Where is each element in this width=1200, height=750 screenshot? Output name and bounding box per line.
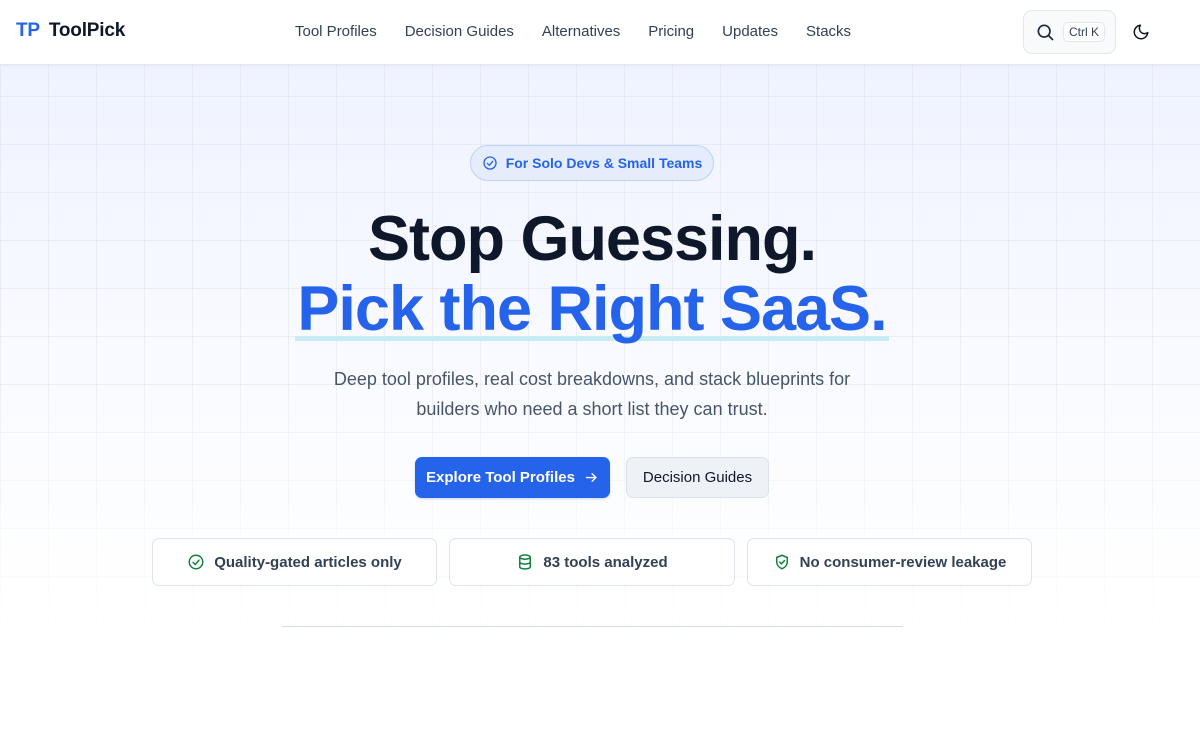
badge-label: For Solo Devs & Small Teams: [505, 155, 703, 171]
database-icon: [516, 553, 534, 571]
feature-label: No consumer-review leakage: [799, 553, 1007, 571]
search-icon: [1035, 22, 1055, 42]
subtext-line-2: builders who need a short list they can …: [416, 399, 768, 419]
feature-no-leakage: No consumer-review leakage: [747, 538, 1032, 586]
primary-cta-label: Explore Tool Profiles: [426, 469, 575, 486]
arrow-right-icon: [584, 470, 599, 485]
logo-text: ToolPick: [48, 20, 126, 41]
feature-label: 83 tools analyzed: [543, 553, 668, 571]
headline-highlight: Pick the Right SaaS.: [295, 274, 889, 344]
main-nav: Tool Profiles Decision Guides Alternativ…: [295, 23, 851, 40]
check-circle-icon: [482, 155, 498, 171]
nav-updates[interactable]: Updates: [722, 23, 778, 40]
site-header: TP ToolPick Tool Profiles Decision Guide…: [0, 0, 1200, 65]
section-divider: [282, 626, 903, 627]
search-shortcut: Ctrl K: [1063, 22, 1105, 42]
logo-mark: TP: [16, 20, 40, 41]
decision-guides-button[interactable]: Decision Guides: [626, 457, 769, 498]
nav-stacks[interactable]: Stacks: [806, 23, 851, 40]
subtext-line-1: Deep tool profiles, real cost breakdowns…: [333, 369, 851, 389]
headline-line-1: Stop Guessing.: [367, 204, 817, 274]
theme-toggle-button[interactable]: [1128, 19, 1154, 45]
logo[interactable]: TP ToolPick: [16, 20, 125, 42]
hero-section: For Solo Devs & Small Teams Stop Guessin…: [0, 65, 1200, 750]
feature-quality-gated: Quality-gated articles only: [152, 538, 437, 586]
search-button[interactable]: Ctrl K: [1023, 10, 1116, 54]
explore-tool-profiles-button[interactable]: Explore Tool Profiles: [415, 457, 610, 498]
check-circle-icon: [187, 553, 205, 571]
feature-label: Quality-gated articles only: [214, 553, 402, 571]
nav-alternatives[interactable]: Alternatives: [542, 23, 620, 40]
secondary-cta-label: Decision Guides: [642, 469, 753, 486]
audience-badge: For Solo Devs & Small Teams: [470, 145, 714, 181]
hero-subtext: Deep tool profiles, real cost breakdowns…: [292, 364, 892, 424]
nav-decision-guides[interactable]: Decision Guides: [405, 23, 514, 40]
nav-pricing[interactable]: Pricing: [648, 23, 694, 40]
headline-line-2: Pick the Right SaaS.: [0, 273, 1184, 345]
moon-icon: [1132, 23, 1150, 41]
shield-check-icon: [773, 553, 791, 571]
feature-tools-analyzed: 83 tools analyzed: [449, 538, 735, 586]
nav-tool-profiles[interactable]: Tool Profiles: [295, 23, 377, 40]
